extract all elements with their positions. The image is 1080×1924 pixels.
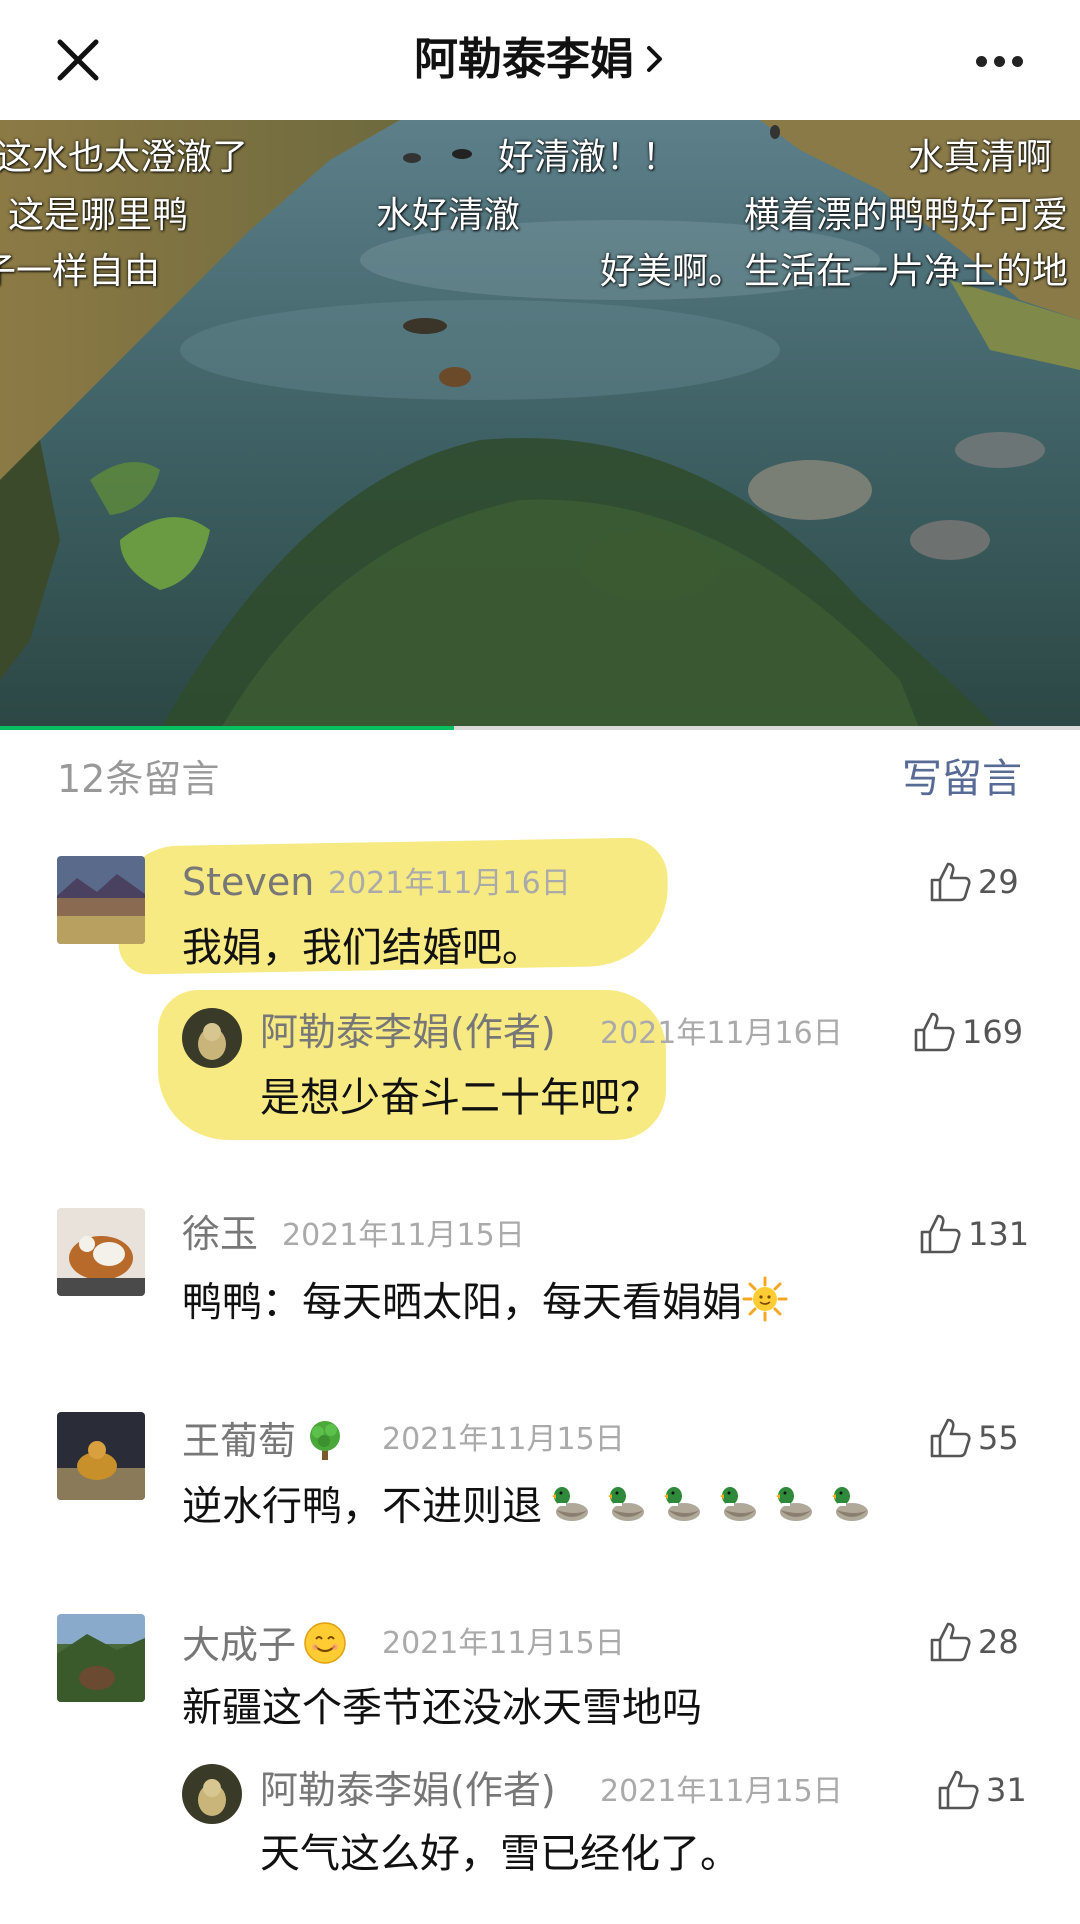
comment-count: 12条留言	[57, 757, 220, 801]
danmaku-comment: 好清澈！！	[498, 137, 679, 178]
duck-emoji	[602, 1480, 648, 1537]
account-name[interactable]: 阿勒泰李娟	[414, 34, 634, 85]
duck-emoji-row	[542, 1484, 872, 1530]
like-button[interactable]: 169	[912, 1010, 1023, 1058]
reply-text: 是想少奋斗二十年吧？	[260, 1075, 660, 1121]
thumbs-up-icon	[914, 1012, 955, 1052]
like-count: 28	[978, 1623, 1019, 1661]
comment-text: 逆水行鸭，不进则退	[182, 1483, 542, 1530]
video-progress-fill	[0, 726, 454, 730]
comment-text-row: 逆水行鸭，不进则退	[182, 1480, 872, 1537]
chevron-right-icon	[644, 32, 666, 92]
reply-author[interactable]: 阿勒泰李娟(作者)	[260, 1768, 556, 1812]
duck-emoji	[546, 1480, 592, 1537]
video-progress-bar[interactable]	[0, 726, 1080, 730]
danmaku-comment: 横着漂的鸭鸭好可爱	[744, 195, 1069, 236]
comment-date: 2021年11月15日	[382, 1422, 625, 1457]
comment-author[interactable]: 徐玉	[182, 1212, 258, 1256]
author-avatar[interactable]	[182, 1764, 242, 1824]
more-icon-dot	[994, 56, 1005, 67]
like-button[interactable]: 131	[918, 1212, 1029, 1260]
more-icon	[976, 56, 987, 67]
tree-emoji	[302, 1416, 348, 1471]
comment-text: 鸭鸭：每天晒太阳，每天看娟娟	[182, 1279, 742, 1326]
comment-author-row[interactable]: 王葡萄	[182, 1416, 348, 1471]
danmaku-comment: 水好清澈	[376, 195, 521, 236]
avatar[interactable]	[57, 1614, 145, 1702]
comment-date: 2021年11月15日	[382, 1626, 625, 1661]
comment-text: 我娟，我们结婚吧。	[182, 925, 542, 971]
like-button[interactable]: 28	[928, 1620, 1019, 1668]
smile-emoji	[302, 1620, 348, 1675]
more-button[interactable]	[976, 52, 1030, 68]
like-count: 131	[968, 1215, 1030, 1253]
write-comment-button[interactable]: 写留言	[902, 746, 1022, 804]
thumbs-up-icon	[938, 1770, 979, 1810]
like-button[interactable]: 31	[936, 1768, 1027, 1816]
avatar[interactable]	[57, 1412, 145, 1500]
thumbs-up-icon	[930, 862, 971, 902]
like-count: 29	[978, 863, 1019, 901]
more-icon-dot	[1012, 56, 1023, 67]
comment-text: 新疆这个季节还没冰天雪地吗	[182, 1685, 702, 1731]
danmaku-comment: 水真清啊	[908, 137, 1053, 178]
avatar[interactable]	[57, 1208, 145, 1296]
like-button[interactable]: 55	[928, 1416, 1019, 1464]
danmaku-comment: 这水也太澄澈了	[0, 137, 249, 178]
danmaku-comment: 好美啊。生活在一片净土的地	[600, 251, 1069, 292]
comment-date: 2021年11月16日	[328, 866, 571, 901]
comment-author[interactable]: Steven	[182, 860, 314, 904]
comment-author[interactable]: 王葡萄	[182, 1419, 296, 1463]
like-count: 31	[986, 1771, 1027, 1809]
duck-emoji	[658, 1480, 704, 1537]
comment-text-row: 鸭鸭：每天晒太阳，每天看娟娟	[182, 1276, 788, 1333]
top-bar: 阿勒泰李娟	[0, 0, 1080, 120]
reply-text: 天气这么好，雪已经化了。	[260, 1831, 740, 1877]
reply-date: 2021年11月16日	[600, 1016, 843, 1051]
like-count: 55	[978, 1419, 1019, 1457]
like-button[interactable]: 29	[928, 860, 1019, 908]
sun-emoji	[742, 1276, 788, 1333]
page-title[interactable]: 阿勒泰李娟	[0, 30, 1080, 90]
thumbs-up-icon	[930, 1418, 971, 1458]
author-avatar[interactable]	[182, 1008, 242, 1068]
danmaku-comment: 这是哪里鸭	[8, 195, 189, 236]
duck-emoji	[714, 1480, 760, 1537]
reply-author[interactable]: 阿勒泰李娟(作者)	[260, 1010, 556, 1054]
video-player[interactable]: 这水也太澄澈了 好清澈！！ 水真清啊 这是哪里鸭 水好清澈 横着漂的鸭鸭好可爱 …	[0, 120, 1080, 730]
like-count: 169	[962, 1013, 1024, 1051]
duck-emoji	[770, 1480, 816, 1537]
reply-date: 2021年11月15日	[600, 1774, 843, 1809]
comment-author[interactable]: 大成子	[182, 1623, 296, 1667]
danmaku-comment: 子一样自由	[0, 251, 161, 292]
duck-emoji	[826, 1480, 872, 1537]
thumbs-up-icon	[930, 1622, 971, 1662]
comment-date: 2021年11月15日	[282, 1218, 525, 1253]
comment-author-row[interactable]: 大成子	[182, 1620, 348, 1675]
thumbs-up-icon	[920, 1214, 961, 1254]
avatar[interactable]	[57, 856, 145, 944]
